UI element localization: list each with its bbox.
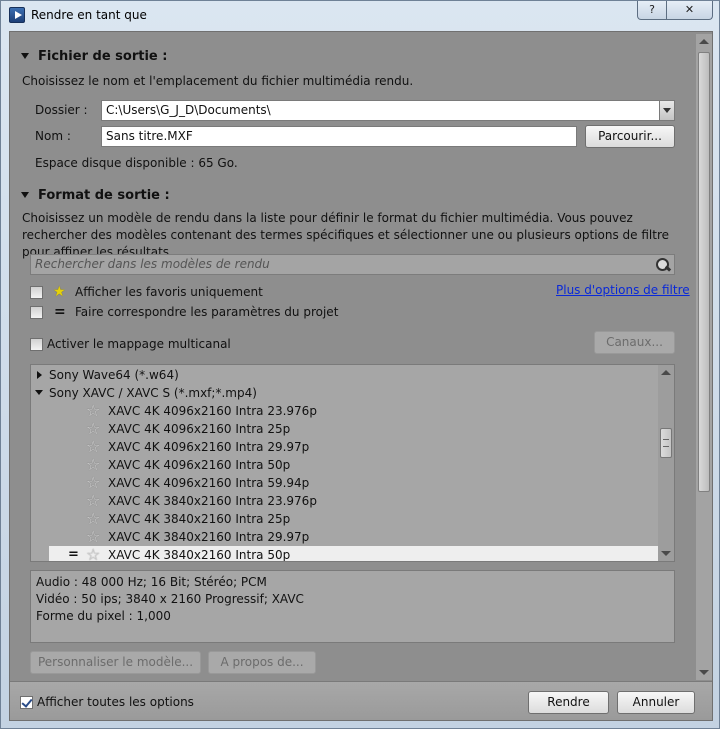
render-button[interactable]: Rendre [528, 691, 609, 714]
multichannel-label: Activer le mappage multicanal [47, 337, 231, 351]
title-bar[interactable]: Rendre en tant que ? ✕ [1, 1, 719, 31]
folder-value: C:\Users\G_J_D\Documents\ [106, 103, 271, 117]
customize-template-button[interactable]: Personnaliser le modèle... [30, 651, 201, 674]
show-all-options-checkbox[interactable] [20, 696, 33, 709]
template-row[interactable]: ☆ XAVC 4K 4096x2160 Intra 23.976p [31, 402, 660, 420]
template-list-scrollbar[interactable] [658, 365, 674, 561]
template-label: XAVC 4K 4096x2160 Intra 29.97p [108, 440, 310, 454]
folder-combo[interactable]: C:\Users\G_J_D\Documents\ [101, 100, 675, 121]
favorite-star-icon[interactable]: ☆ [86, 402, 100, 420]
template-row[interactable]: ☆ XAVC 4K 3840x2160 Intra 23.976p [31, 492, 660, 510]
disk-space-text: Espace disque disponible : 65 Go. [35, 156, 238, 170]
channels-button[interactable]: Canaux... [594, 331, 675, 354]
template-row[interactable]: ☆ XAVC 4K 4096x2160 Intra 50p [31, 456, 660, 474]
favorite-star-icon[interactable]: ☆ [86, 528, 100, 546]
template-label: XAVC 4K 3840x2160 Intra 25p [108, 512, 291, 526]
dialog-footer: Afficher toutes les options Rendre Annul… [10, 681, 712, 720]
template-label: XAVC 4K 3840x2160 Intra 23.976p [108, 494, 317, 508]
template-details-panel: Audio : 48 000 Hz; 16 Bit; Stéréo; PCM V… [30, 570, 675, 643]
template-list[interactable]: Sony Wave64 (*.w64) Sony XAVC / XAVC S (… [30, 364, 675, 562]
browse-button[interactable]: Parcourir... [585, 125, 675, 148]
template-row[interactable]: ☆ XAVC 4K 3840x2160 Intra 29.97p [31, 528, 660, 546]
video-details: Vidéo : 50 ips; 3840 x 2160 Progressif; … [36, 592, 304, 606]
audio-details: Audio : 48 000 Hz; 16 Bit; Stéréo; PCM [36, 575, 267, 589]
about-button[interactable]: A propos de... [208, 651, 316, 674]
dialog-content: Fichier de sortie : Choisissez le nom et… [9, 31, 713, 721]
template-group-row[interactable]: Sony XAVC / XAVC S (*.mxf;*.mp4) [31, 384, 660, 402]
collapse-output-file-icon[interactable] [21, 53, 29, 59]
output-file-description: Choisissez le nom et l'emplacement du fi… [22, 74, 414, 88]
favorite-star-icon[interactable]: ☆ [86, 474, 100, 492]
favorite-star-icon[interactable]: ☆ [86, 456, 100, 474]
favorite-star-icon[interactable]: ☆ [86, 492, 100, 510]
dialog-scrollbar[interactable] [696, 34, 712, 680]
scroll-up-icon[interactable] [661, 370, 671, 375]
template-group-row[interactable]: Sony Wave64 (*.w64) [31, 366, 660, 384]
name-input[interactable]: Sans titre.MXF [101, 126, 577, 147]
name-label: Nom : [35, 129, 71, 143]
template-label: XAVC 4K 4096x2160 Intra 23.976p [108, 404, 317, 418]
template-label: XAVC 4K 4096x2160 Intra 59.94p [108, 476, 310, 490]
scroll-up-icon[interactable] [699, 39, 709, 44]
favorite-star-icon[interactable]: ☆ [86, 546, 100, 562]
favorite-star-icon[interactable]: ☆ [86, 510, 100, 528]
favorite-star-icon[interactable]: ☆ [86, 420, 100, 438]
pixel-aspect-details: Forme du pixel : 1,000 [36, 609, 171, 623]
app-icon [9, 7, 25, 23]
template-label: XAVC 4K 3840x2160 Intra 29.97p [108, 530, 310, 544]
output-file-section-title: Fichier de sortie : [38, 49, 168, 64]
help-button[interactable]: ? [637, 1, 667, 20]
dialog-scroll-thumb[interactable] [698, 52, 710, 492]
favorite-star-icon: ★ [53, 284, 66, 300]
folder-label: Dossier : [35, 103, 88, 117]
template-search-input[interactable]: Rechercher dans les modèles de rendu [30, 254, 675, 275]
template-group-label: Sony XAVC / XAVC S (*.mxf;*.mp4) [49, 386, 257, 400]
template-group-label: Sony Wave64 (*.w64) [49, 368, 179, 382]
match-project-label: Faire correspondre les paramètres du pro… [75, 305, 339, 319]
template-row[interactable]: ☆ XAVC 4K 4096x2160 Intra 59.94p [31, 474, 660, 492]
match-project-checkbox[interactable] [30, 306, 43, 319]
expand-group-icon[interactable] [37, 371, 42, 379]
selected-marker: = [68, 547, 79, 562]
scroll-down-icon[interactable] [661, 551, 671, 556]
template-label: XAVC 4K 4096x2160 Intra 50p [108, 458, 291, 472]
folder-dropdown-icon[interactable] [659, 101, 674, 120]
favorite-star-icon[interactable]: ☆ [86, 438, 100, 456]
show-all-options-label: Afficher toutes les options [37, 695, 194, 709]
favorites-only-label: Afficher les favoris uniquement [75, 285, 263, 299]
render-as-dialog: Rendre en tant que ? ✕ Fichier de sortie… [0, 0, 720, 729]
template-row[interactable]: ☆ XAVC 4K 4096x2160 Intra 25p [31, 420, 660, 438]
match-project-equals-icon: = [54, 304, 66, 320]
collapse-group-icon[interactable] [35, 390, 43, 395]
collapse-output-format-icon[interactable] [21, 192, 29, 198]
multichannel-checkbox[interactable] [30, 338, 43, 351]
search-icon[interactable] [655, 257, 671, 273]
template-label: XAVC 4K 4096x2160 Intra 25p [108, 422, 291, 436]
cancel-button[interactable]: Annuler [617, 691, 695, 714]
close-button[interactable]: ✕ [667, 1, 713, 20]
template-row[interactable]: ☆ XAVC 4K 4096x2160 Intra 29.97p [31, 438, 660, 456]
template-search-placeholder: Rechercher dans les modèles de rendu [35, 257, 270, 271]
window-title: Rendre en tant que [31, 8, 147, 22]
template-row[interactable]: ☆ XAVC 4K 3840x2160 Intra 25p [31, 510, 660, 528]
scroll-down-icon[interactable] [699, 670, 709, 675]
favorites-only-checkbox[interactable] [30, 286, 43, 299]
template-row[interactable]: = ☆ XAVC 4K 3840x2160 Intra 50p [49, 546, 660, 562]
more-filter-options-link[interactable]: Plus d'options de filtre [556, 283, 690, 297]
template-list-scroll-thumb[interactable] [660, 428, 672, 458]
output-format-section-title: Format de sortie : [38, 188, 170, 203]
template-label: XAVC 4K 3840x2160 Intra 50p [108, 548, 291, 562]
